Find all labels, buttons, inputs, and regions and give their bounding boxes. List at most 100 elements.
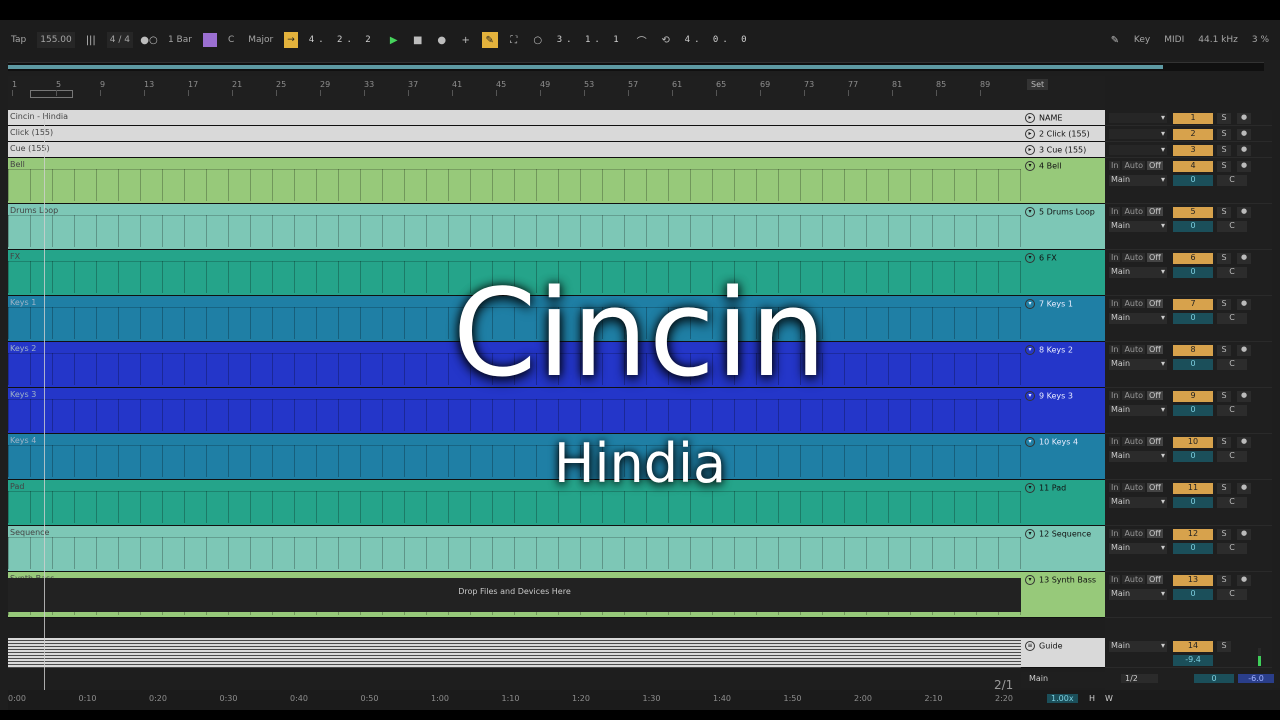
monitor-auto-button[interactable]: Auto <box>1122 529 1146 538</box>
monitor-off-button[interactable]: Off <box>1147 161 1163 170</box>
monitor-off-button[interactable]: Off <box>1147 483 1163 492</box>
track-header[interactable]: ▸ 2 Click (155) <box>1021 126 1105 142</box>
track-fold-icon[interactable]: ≡ <box>1025 641 1035 651</box>
track-fold-icon[interactable]: ▾ <box>1025 253 1035 263</box>
punch-in-icon[interactable]: ⌒ <box>634 32 650 48</box>
volume-field[interactable]: 0 <box>1173 543 1213 554</box>
output-routing-select[interactable] <box>1109 129 1167 139</box>
track-header[interactable]: ▾ 8 Keys 2 <box>1021 342 1105 388</box>
track-header[interactable]: ▸ 3 Cue (155) <box>1021 142 1105 158</box>
monitor-off-button[interactable]: Off <box>1147 345 1163 354</box>
pan-field[interactable]: C <box>1217 221 1247 232</box>
track-fold-icon[interactable]: ▾ <box>1025 529 1035 539</box>
pan-field[interactable]: C <box>1217 497 1247 508</box>
output-routing-select[interactable]: Main <box>1109 543 1167 554</box>
monitor-in-button[interactable]: In <box>1109 529 1121 538</box>
track-number[interactable]: 12 <box>1173 529 1213 540</box>
guide-lane[interactable] <box>8 638 1021 668</box>
scale-mode-icon[interactable] <box>202 33 217 47</box>
track-lane[interactable]: Keys 4 <box>8 434 1021 480</box>
track-number[interactable]: 14 <box>1173 641 1213 652</box>
arm-record-icon[interactable]: ● <box>1237 391 1251 402</box>
volume-field[interactable]: 0 <box>1173 221 1213 232</box>
solo-button[interactable]: S <box>1217 437 1231 448</box>
track-fold-icon[interactable]: ▾ <box>1025 299 1035 309</box>
track-fold-icon[interactable]: ▸ <box>1025 129 1035 139</box>
main-db[interactable]: -6.0 <box>1238 674 1274 683</box>
track-lane[interactable]: Keys 1 <box>8 296 1021 342</box>
track-number[interactable]: 6 <box>1173 253 1213 264</box>
pan-field[interactable]: C <box>1217 359 1247 370</box>
arm-record-icon[interactable]: ● <box>1237 575 1251 586</box>
zoom-field[interactable]: 1.00x <box>1047 694 1078 703</box>
loop-brace[interactable] <box>30 90 73 98</box>
follow-icon[interactable]: ●○ <box>140 32 157 48</box>
track-header[interactable]: ▾ 11 Pad <box>1021 480 1105 526</box>
monitor-auto-button[interactable]: Auto <box>1122 161 1146 170</box>
volume-field[interactable]: 0 <box>1173 267 1213 278</box>
track-header[interactable]: ▾ 13 Synth Bass <box>1021 572 1105 618</box>
volume-field[interactable]: 0 <box>1173 175 1213 186</box>
track-lane[interactable]: FX <box>8 250 1021 296</box>
arm-record-icon[interactable]: ● <box>1237 483 1251 494</box>
track-lane[interactable]: Pad <box>8 480 1021 526</box>
track-fold-icon[interactable]: ▾ <box>1025 575 1035 585</box>
volume-field[interactable]: 0 <box>1173 589 1213 600</box>
tempo-field[interactable]: 155.00 <box>37 32 75 48</box>
volume-field[interactable]: 0 <box>1173 313 1213 324</box>
set-locator-button[interactable]: Set <box>1027 79 1049 90</box>
monitor-auto-button[interactable]: Auto <box>1122 207 1146 216</box>
arrangement-lanes[interactable]: Cincin - Hindia Click (155) Cue (155) Bell D… <box>8 110 1021 668</box>
arm-record-icon[interactable]: ● <box>1237 299 1251 310</box>
track-number[interactable]: 3 <box>1173 145 1213 156</box>
output-routing-select[interactable] <box>1109 113 1167 123</box>
track-lane[interactable]: Cue (155) <box>8 142 1021 158</box>
h-button[interactable]: H <box>1089 694 1095 703</box>
main-volume[interactable]: 0 <box>1194 674 1234 683</box>
track-lane[interactable]: Sequence <box>8 526 1021 572</box>
track-fold-icon[interactable]: ▸ <box>1025 145 1035 155</box>
track-number[interactable]: 11 <box>1173 483 1213 494</box>
solo-button[interactable]: S <box>1217 529 1231 540</box>
arrangement-overview[interactable] <box>8 62 1264 71</box>
solo-button[interactable]: S <box>1217 299 1231 310</box>
solo-button[interactable]: S <box>1217 145 1231 156</box>
arm-record-icon[interactable]: ● <box>1237 145 1251 156</box>
arrangement-follow-icon[interactable]: → <box>284 32 298 48</box>
monitor-off-button[interactable]: Off <box>1147 391 1163 400</box>
quantize-select[interactable]: 1 Bar <box>165 32 195 48</box>
main-route-select[interactable]: 1/2 <box>1121 674 1158 683</box>
solo-button[interactable]: S <box>1217 483 1231 494</box>
monitor-auto-button[interactable]: Auto <box>1122 299 1146 308</box>
tap-button[interactable]: Tap <box>8 32 29 48</box>
track-number[interactable]: 8 <box>1173 345 1213 356</box>
monitor-off-button[interactable]: Off <box>1147 207 1163 216</box>
monitor-in-button[interactable]: In <box>1109 299 1121 308</box>
track-fold-icon[interactable]: ▾ <box>1025 483 1035 493</box>
output-routing-select[interactable] <box>1109 145 1167 155</box>
monitor-auto-button[interactable]: Auto <box>1122 437 1146 446</box>
output-routing-select[interactable]: Main <box>1109 313 1167 324</box>
monitor-off-button[interactable]: Off <box>1147 253 1163 262</box>
monitor-auto-button[interactable]: Auto <box>1122 253 1146 262</box>
track-number[interactable]: 5 <box>1173 207 1213 218</box>
solo-button[interactable]: S <box>1217 641 1231 652</box>
monitor-in-button[interactable]: In <box>1109 161 1121 170</box>
loop-switch-icon[interactable]: ⟲ <box>658 32 674 48</box>
track-lane[interactable]: Cincin - Hindia <box>8 110 1021 126</box>
pan-field[interactable]: C <box>1217 405 1247 416</box>
midi-map-button[interactable]: MIDI <box>1161 32 1187 48</box>
play-icon[interactable]: ▶ <box>386 32 402 48</box>
track-number[interactable]: 1 <box>1173 113 1213 124</box>
output-routing-select[interactable]: Main <box>1109 175 1167 186</box>
solo-button[interactable]: S <box>1217 345 1231 356</box>
arm-record-icon[interactable]: ● <box>1237 529 1251 540</box>
metronome-bars-icon[interactable]: ||| <box>83 32 99 48</box>
playhead[interactable] <box>44 110 45 710</box>
arm-record-icon[interactable]: ● <box>1237 437 1251 448</box>
track-fold-icon[interactable]: ▸ <box>1025 113 1035 123</box>
track-lane[interactable]: Click (155) <box>8 126 1021 142</box>
main-track-label[interactable]: Main <box>1029 674 1048 683</box>
output-routing-select[interactable]: Main <box>1109 359 1167 370</box>
track-number[interactable]: 4 <box>1173 161 1213 172</box>
